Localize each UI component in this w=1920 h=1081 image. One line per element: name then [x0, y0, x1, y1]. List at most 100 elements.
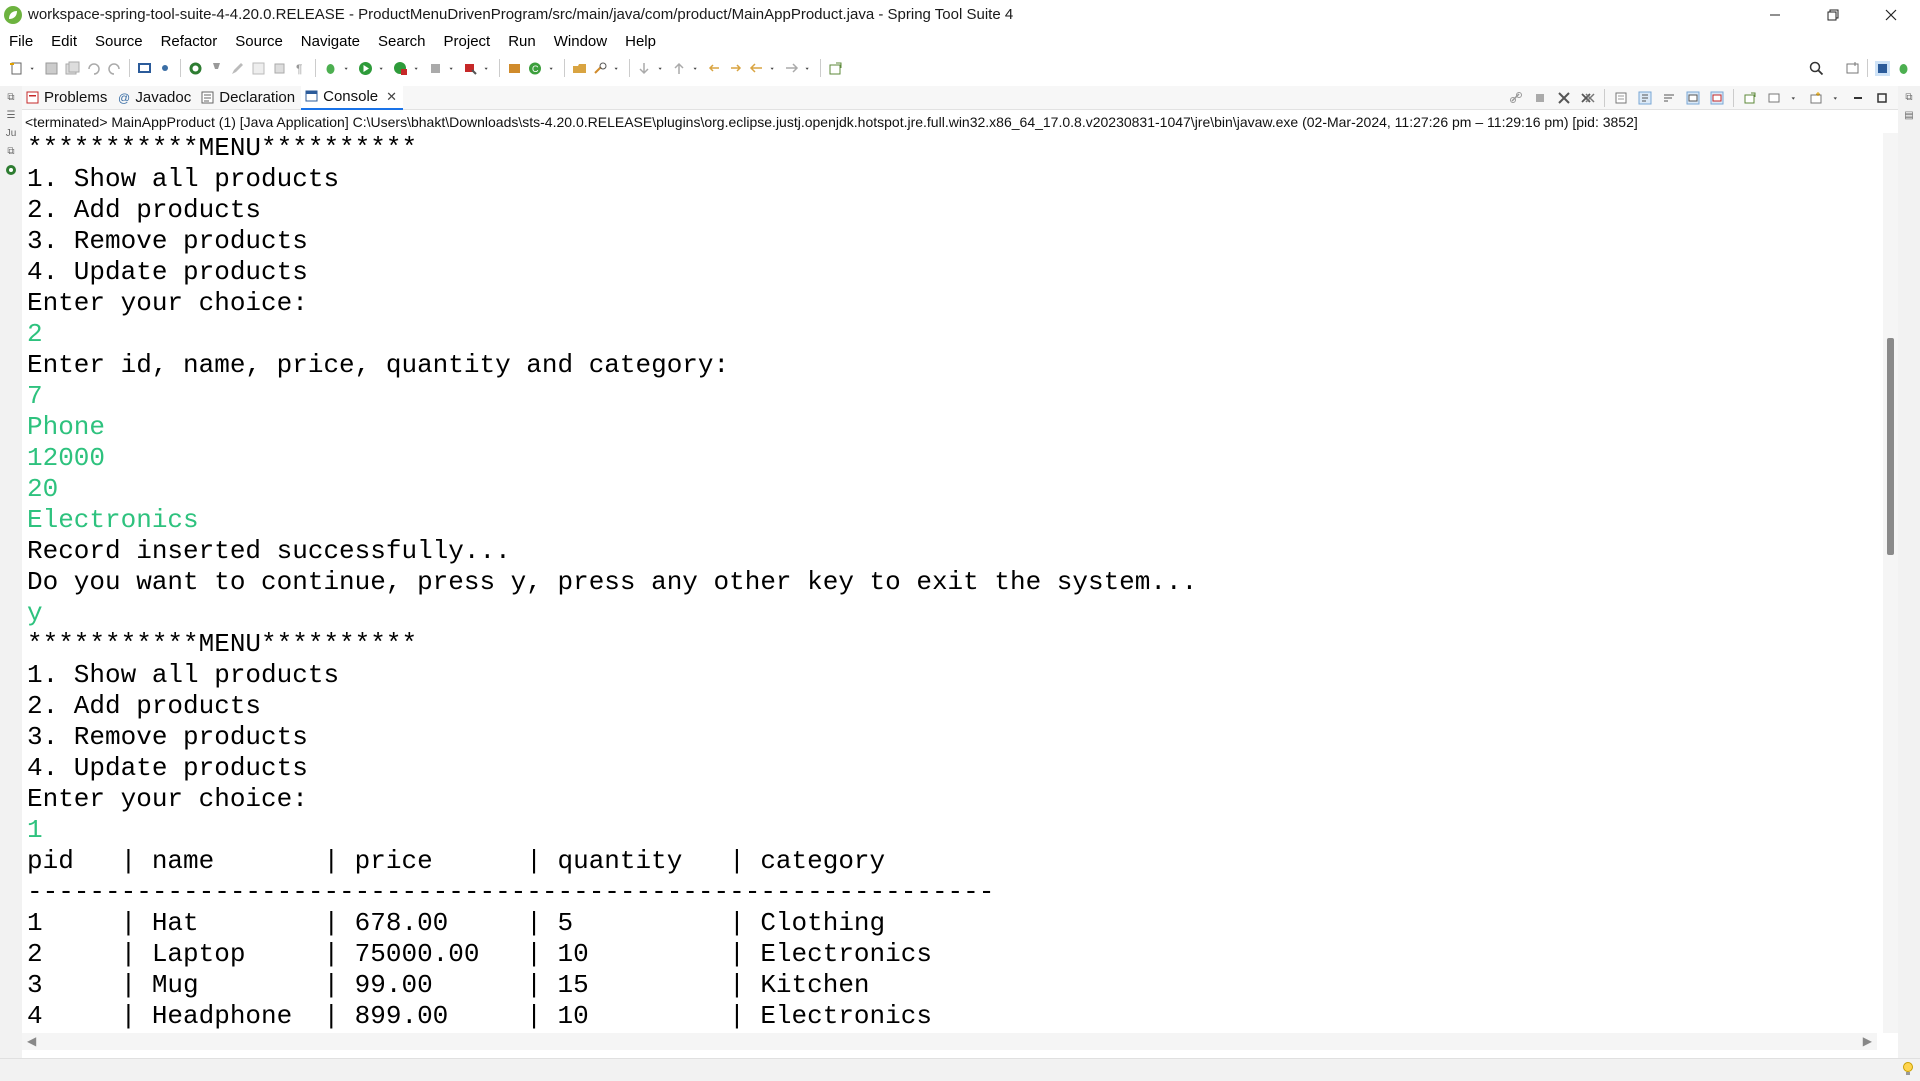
clear-console-icon[interactable] — [1614, 91, 1628, 105]
pin-editor-icon[interactable] — [828, 61, 843, 76]
open-console-icon[interactable] — [1809, 91, 1823, 105]
minimize-view-icon[interactable] — [1851, 91, 1865, 105]
dropdown-arrow-icon[interactable] — [658, 61, 666, 76]
back-icon[interactable] — [749, 61, 764, 76]
maximize-view-icon[interactable] — [1875, 91, 1889, 105]
redo-icon[interactable] — [107, 61, 122, 76]
dropdown-arrow-icon[interactable] — [449, 61, 457, 76]
last-edit-location-icon[interactable] — [707, 61, 722, 76]
dropdown-arrow-icon[interactable] — [805, 61, 813, 76]
menu-source-2[interactable]: Source — [226, 33, 292, 50]
debug-icon[interactable] — [323, 61, 338, 76]
vertical-scrollbar-thumb[interactable] — [1887, 338, 1894, 555]
dropdown-arrow-icon[interactable] — [379, 61, 387, 76]
tab-problems[interactable]: Problems — [22, 86, 113, 110]
close-tab-icon[interactable]: ✕ — [386, 89, 397, 105]
dropdown-arrow-icon[interactable] — [484, 61, 492, 76]
toggle-breakpoint-icon[interactable] — [158, 61, 173, 76]
new-icon[interactable] — [9, 61, 24, 76]
close-window-button[interactable] — [1862, 0, 1920, 29]
vertical-scrollbar[interactable] — [1883, 133, 1898, 1033]
tab-label: Console — [323, 88, 379, 105]
remove-all-terminated-icon[interactable] — [1581, 91, 1595, 105]
show-whitespace-icon[interactable] — [251, 61, 266, 76]
block-selection-icon[interactable] — [272, 61, 287, 76]
terminate-icon[interactable] — [1533, 91, 1547, 105]
menu-project[interactable]: Project — [435, 33, 500, 50]
dropdown-arrow-icon[interactable] — [344, 61, 352, 76]
pilcrow-icon[interactable]: ¶ — [293, 61, 308, 76]
java-perspective-icon[interactable] — [1875, 60, 1890, 76]
dropdown-arrow-icon[interactable] — [549, 61, 557, 76]
edit-icon[interactable] — [230, 61, 245, 76]
restore-view-icon[interactable]: ⧉ — [1903, 92, 1915, 104]
outline-icon[interactable]: ▤ — [1903, 110, 1915, 122]
previous-annotation-icon[interactable] — [672, 61, 687, 76]
junit-icon[interactable]: Ju — [5, 128, 17, 140]
terminal-icon[interactable] — [137, 61, 152, 76]
pin-console-icon[interactable] — [1743, 91, 1757, 105]
display-selected-console-icon[interactable] — [1767, 91, 1781, 105]
scroll-right-icon[interactable]: ▶ — [1863, 1033, 1872, 1050]
menu-search[interactable]: Search — [369, 33, 435, 50]
menu-window[interactable]: Window — [545, 33, 616, 50]
scroll-left-icon[interactable]: ◀ — [27, 1033, 36, 1050]
dropdown-arrow-icon[interactable] — [1833, 91, 1841, 105]
pin-icon[interactable] — [209, 61, 224, 76]
search-icon[interactable] — [1809, 61, 1824, 76]
menu-file[interactable]: File — [0, 33, 42, 50]
word-wrap-icon[interactable] — [1662, 91, 1676, 105]
menu-refactor[interactable]: Refactor — [152, 33, 227, 50]
show-on-stdout-icon[interactable] — [1686, 91, 1700, 105]
console-output[interactable]: ***********MENU********** 1. Show all pro… — [22, 133, 1877, 1033]
new-java-package-icon[interactable] — [507, 61, 522, 76]
dropdown-arrow-icon[interactable] — [1791, 91, 1799, 105]
lightbulb-icon[interactable] — [1902, 1061, 1914, 1077]
undo-icon[interactable] — [86, 61, 101, 76]
javadoc-icon: @ — [118, 91, 130, 104]
menu-edit[interactable]: Edit — [42, 33, 86, 50]
minimize-button[interactable] — [1746, 0, 1804, 29]
menu-source[interactable]: Source — [86, 33, 152, 50]
remove-launch-icon[interactable] — [1557, 91, 1571, 105]
tab-console[interactable]: Console ✕ — [301, 85, 404, 110]
tab-javadoc[interactable]: @ Javadoc — [113, 86, 197, 110]
dropdown-arrow-icon[interactable] — [693, 61, 701, 76]
dropdown-arrow-icon[interactable] — [614, 61, 622, 76]
stop-icon[interactable] — [428, 61, 443, 76]
show-on-stderr-icon[interactable] — [1710, 91, 1724, 105]
boot-dashboard-icon[interactable] — [188, 61, 203, 76]
dropdown-arrow-icon[interactable] — [30, 61, 38, 76]
restore-view-icon[interactable]: ⧉ — [5, 92, 17, 104]
search-tool-icon[interactable] — [593, 61, 608, 76]
package-explorer-icon[interactable]: ☰ — [5, 110, 17, 122]
scroll-lock-icon[interactable] — [1638, 91, 1652, 105]
menu-help[interactable]: Help — [616, 33, 665, 50]
restore-view-icon[interactable]: ⧉ — [5, 146, 17, 158]
new-java-class-icon[interactable]: C — [528, 61, 543, 76]
run-icon[interactable] — [358, 61, 373, 76]
debug-perspective-icon[interactable] — [1896, 61, 1911, 76]
console-output-line: 1. Show all products — [27, 164, 340, 194]
forward-edit-icon[interactable] — [728, 61, 743, 76]
menu-run[interactable]: Run — [499, 33, 545, 50]
boot-dashboard-icon[interactable] — [5, 164, 17, 176]
toolbar-separator — [564, 59, 565, 77]
horizontal-scrollbar[interactable]: ◀ ▶ — [22, 1033, 1877, 1050]
external-tools-icon[interactable] — [463, 61, 478, 76]
dropdown-arrow-icon[interactable] — [414, 61, 422, 76]
forward-icon[interactable] — [784, 61, 799, 76]
save-all-icon[interactable] — [65, 61, 80, 76]
save-icon[interactable] — [44, 61, 59, 76]
restore-button[interactable] — [1804, 0, 1862, 29]
next-annotation-icon[interactable] — [637, 61, 652, 76]
menu-navigate[interactable]: Navigate — [292, 33, 369, 50]
open-type-icon[interactable] — [572, 61, 587, 76]
tab-declaration[interactable]: Declaration — [197, 86, 301, 110]
svg-text:@: @ — [118, 91, 130, 104]
dropdown-arrow-icon[interactable] — [770, 61, 778, 76]
link-icon[interactable] — [1509, 91, 1523, 105]
coverage-icon[interactable] — [393, 61, 408, 76]
title-bar: workspace-spring-tool-suite-4-4.20.0.REL… — [0, 0, 1920, 29]
open-perspective-icon[interactable] — [1845, 61, 1860, 76]
